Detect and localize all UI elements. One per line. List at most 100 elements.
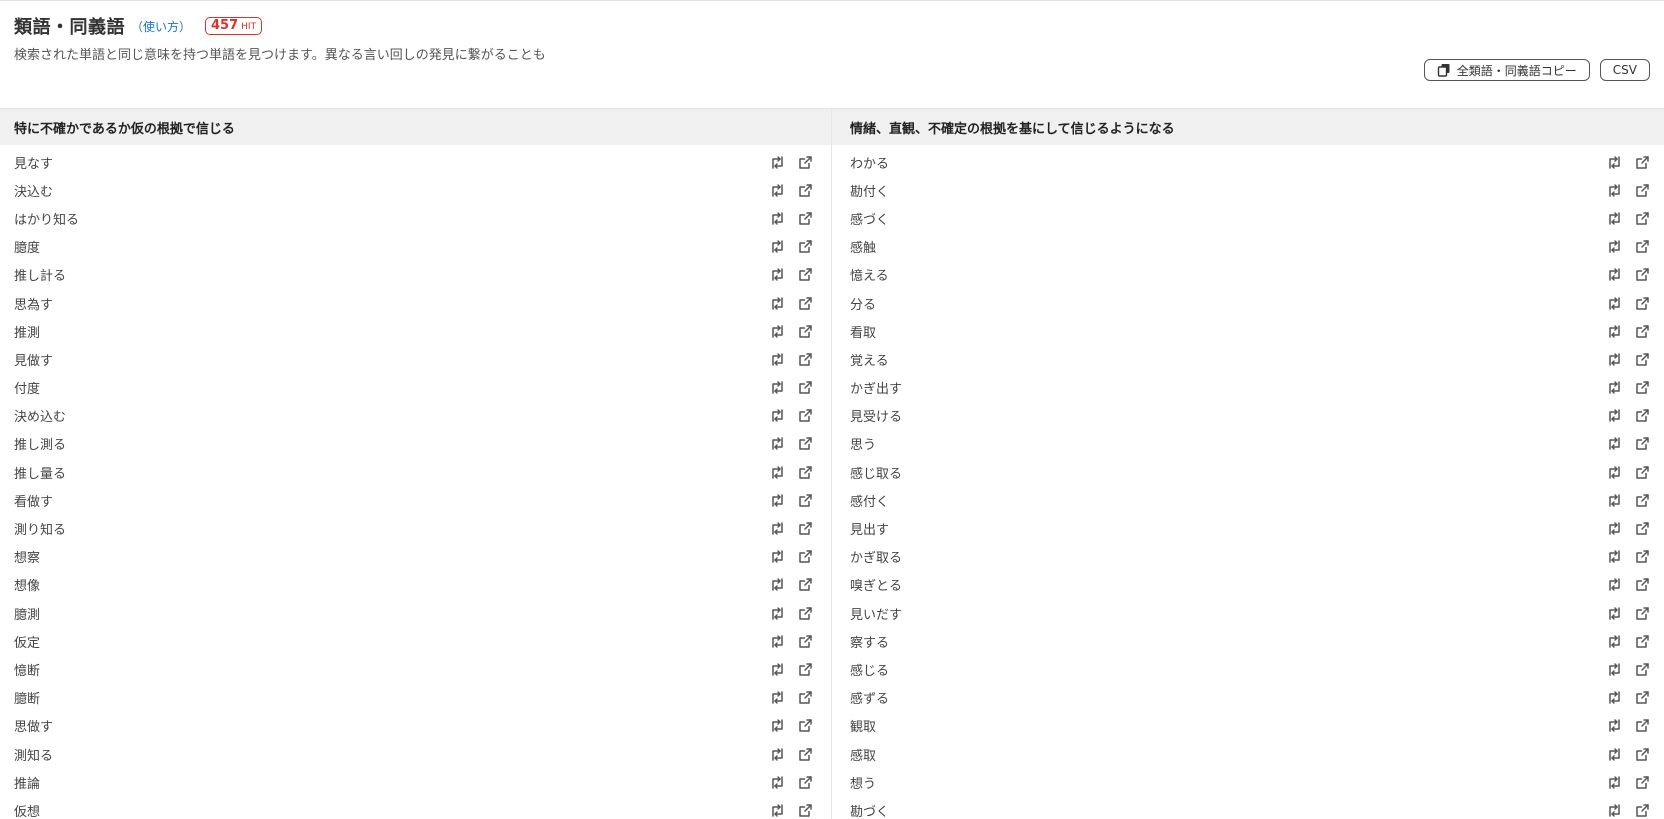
external-link-icon[interactable]: [1635, 239, 1650, 254]
swap-icon[interactable]: [770, 577, 785, 592]
synonym-word[interactable]: わかる: [850, 153, 889, 172]
swap-icon[interactable]: [770, 408, 785, 423]
swap-icon[interactable]: [770, 155, 785, 170]
external-link-icon[interactable]: [798, 408, 813, 423]
external-link-icon[interactable]: [1635, 465, 1650, 480]
swap-icon[interactable]: [1607, 465, 1622, 480]
synonym-word[interactable]: はかり知る: [14, 209, 79, 228]
external-link-icon[interactable]: [1635, 380, 1650, 395]
synonym-word[interactable]: 臆断: [14, 688, 40, 707]
swap-icon[interactable]: [1607, 183, 1622, 198]
swap-icon[interactable]: [770, 211, 785, 226]
external-link-icon[interactable]: [1635, 493, 1650, 508]
external-link-icon[interactable]: [1635, 183, 1650, 198]
external-link-icon[interactable]: [1635, 775, 1650, 790]
synonym-word[interactable]: 見出す: [850, 519, 889, 538]
external-link-icon[interactable]: [798, 775, 813, 790]
swap-icon[interactable]: [770, 352, 785, 367]
swap-icon[interactable]: [1607, 296, 1622, 311]
howto-link[interactable]: （使い方）: [131, 18, 191, 35]
swap-icon[interactable]: [770, 718, 785, 733]
swap-icon[interactable]: [770, 634, 785, 649]
swap-icon[interactable]: [770, 183, 785, 198]
synonym-word[interactable]: 臆測: [14, 604, 40, 623]
swap-icon[interactable]: [770, 296, 785, 311]
swap-icon[interactable]: [770, 436, 785, 451]
synonym-word[interactable]: 感じる: [850, 660, 889, 679]
synonym-word[interactable]: 感触: [850, 237, 876, 256]
swap-icon[interactable]: [1607, 239, 1622, 254]
external-link-icon[interactable]: [798, 352, 813, 367]
swap-icon[interactable]: [770, 465, 785, 480]
synonym-word[interactable]: 看取: [850, 322, 876, 341]
synonym-word[interactable]: 臆度: [14, 237, 40, 256]
external-link-icon[interactable]: [798, 634, 813, 649]
external-link-icon[interactable]: [798, 183, 813, 198]
swap-icon[interactable]: [1607, 577, 1622, 592]
swap-icon[interactable]: [1607, 718, 1622, 733]
external-link-icon[interactable]: [1635, 803, 1650, 818]
external-link-icon[interactable]: [798, 577, 813, 592]
synonym-word[interactable]: 推測: [14, 322, 40, 341]
external-link-icon[interactable]: [798, 662, 813, 677]
synonym-word[interactable]: かぎ取る: [850, 547, 902, 566]
synonym-word[interactable]: 推し計る: [14, 265, 66, 284]
synonym-word[interactable]: 測り知る: [14, 519, 66, 538]
synonym-word[interactable]: 仮想: [14, 801, 40, 819]
synonym-word[interactable]: 思做す: [14, 716, 53, 735]
synonym-word[interactable]: 推し量る: [14, 463, 66, 482]
swap-icon[interactable]: [770, 493, 785, 508]
swap-icon[interactable]: [770, 606, 785, 621]
swap-icon[interactable]: [1607, 521, 1622, 536]
swap-icon[interactable]: [770, 690, 785, 705]
swap-icon[interactable]: [1607, 493, 1622, 508]
swap-icon[interactable]: [1607, 690, 1622, 705]
synonym-word[interactable]: 勘付く: [850, 181, 889, 200]
synonym-word[interactable]: 仮定: [14, 632, 40, 651]
swap-icon[interactable]: [1607, 436, 1622, 451]
synonym-word[interactable]: 見做す: [14, 350, 53, 369]
swap-icon[interactable]: [1607, 803, 1622, 818]
swap-icon[interactable]: [770, 267, 785, 282]
external-link-icon[interactable]: [798, 803, 813, 818]
swap-icon[interactable]: [1607, 352, 1622, 367]
synonym-word[interactable]: 感づく: [850, 209, 889, 228]
external-link-icon[interactable]: [798, 267, 813, 282]
swap-icon[interactable]: [770, 662, 785, 677]
synonym-word[interactable]: 嗅ぎとる: [850, 575, 902, 594]
external-link-icon[interactable]: [798, 296, 813, 311]
external-link-icon[interactable]: [798, 747, 813, 762]
swap-icon[interactable]: [1607, 211, 1622, 226]
external-link-icon[interactable]: [1635, 718, 1650, 733]
swap-icon[interactable]: [1607, 775, 1622, 790]
swap-icon[interactable]: [770, 380, 785, 395]
external-link-icon[interactable]: [1635, 155, 1650, 170]
external-link-icon[interactable]: [1635, 211, 1650, 226]
synonym-word[interactable]: 見いだす: [850, 604, 902, 623]
external-link-icon[interactable]: [798, 239, 813, 254]
csv-button[interactable]: CSV: [1599, 59, 1650, 81]
external-link-icon[interactable]: [798, 606, 813, 621]
external-link-icon[interactable]: [798, 380, 813, 395]
synonym-word[interactable]: 憶える: [850, 265, 889, 284]
external-link-icon[interactable]: [1635, 747, 1650, 762]
external-link-icon[interactable]: [1635, 324, 1650, 339]
swap-icon[interactable]: [770, 803, 785, 818]
synonym-word[interactable]: 付度: [14, 378, 40, 397]
swap-icon[interactable]: [1607, 747, 1622, 762]
external-link-icon[interactable]: [798, 436, 813, 451]
swap-icon[interactable]: [1607, 267, 1622, 282]
swap-icon[interactable]: [770, 775, 785, 790]
external-link-icon[interactable]: [1635, 690, 1650, 705]
external-link-icon[interactable]: [798, 493, 813, 508]
swap-icon[interactable]: [1607, 324, 1622, 339]
swap-icon[interactable]: [1607, 606, 1622, 621]
synonym-word[interactable]: 分る: [850, 294, 876, 313]
synonym-word[interactable]: 見なす: [14, 153, 53, 172]
external-link-icon[interactable]: [1635, 296, 1650, 311]
external-link-icon[interactable]: [1635, 352, 1650, 367]
external-link-icon[interactable]: [798, 155, 813, 170]
external-link-icon[interactable]: [1635, 267, 1650, 282]
external-link-icon[interactable]: [798, 465, 813, 480]
external-link-icon[interactable]: [798, 718, 813, 733]
